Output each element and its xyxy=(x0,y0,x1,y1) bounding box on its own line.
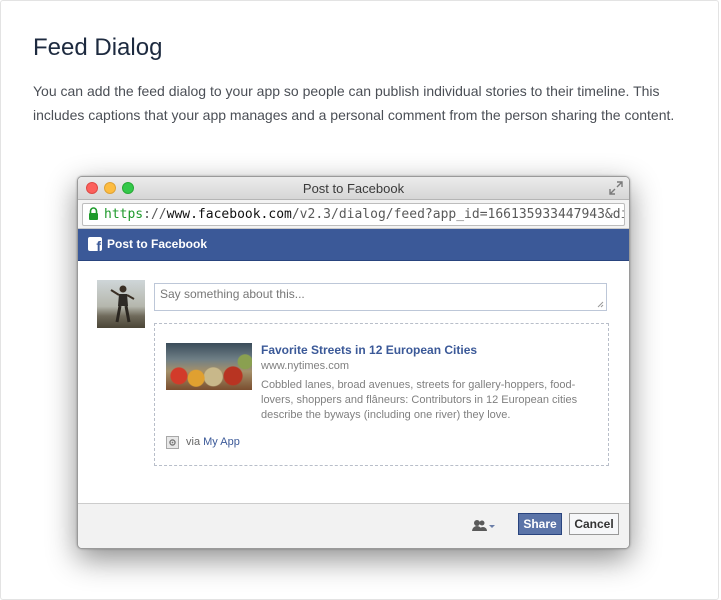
comment-input[interactable]: Say something about this... xyxy=(154,283,607,311)
preview-title[interactable]: Favorite Streets in 12 European Cities xyxy=(261,343,477,357)
avatar xyxy=(97,280,145,328)
url-field[interactable]: https://www.facebook.com/v2.3/dialog/fee… xyxy=(82,203,625,226)
dialog-screenshot-window: Post to Facebook https://www.facebook.co… xyxy=(77,176,630,549)
cancel-button[interactable]: Cancel xyxy=(569,513,619,535)
link-preview: Favorite Streets in 12 European Cities w… xyxy=(154,323,609,466)
preview-thumbnail[interactable] xyxy=(166,343,252,390)
dialog-header: f Post to Facebook xyxy=(78,229,629,261)
address-bar: https://www.facebook.com/v2.3/dialog/fee… xyxy=(78,200,629,229)
preview-description: Cobbled lanes, broad avenues, streets fo… xyxy=(261,379,578,421)
person-silhouette-icon xyxy=(110,285,135,323)
preview-domain: www.nytimes.com xyxy=(261,360,350,372)
window-title: Post to Facebook xyxy=(302,181,405,196)
lock-icon xyxy=(89,207,98,220)
fullscreen-icon[interactable] xyxy=(609,181,623,195)
page-title: Feed Dialog xyxy=(33,34,163,61)
via-attribution: via My App xyxy=(186,436,240,448)
dialog-footer: Share Cancel xyxy=(78,503,629,548)
url-path: /v2.3/dialog/feed?app_id=166135933447943… xyxy=(291,207,625,222)
app-name-link[interactable]: My App xyxy=(203,436,240,448)
dialog-header-title: Post to Facebook xyxy=(107,237,208,251)
url-domain: www.facebook.com xyxy=(166,207,292,222)
app-gear-icon xyxy=(166,436,179,449)
resize-grip-icon[interactable] xyxy=(597,301,604,308)
url-separator: :// xyxy=(143,207,167,222)
url-scheme: https xyxy=(104,207,144,222)
audience-selector-icon[interactable] xyxy=(471,518,497,534)
comment-placeholder: Say something about this... xyxy=(160,287,305,301)
facebook-logo-icon: f xyxy=(88,237,102,253)
share-button[interactable]: Share xyxy=(518,513,562,535)
url-text: https://www.facebook.com/v2.3/dialog/fee… xyxy=(104,204,625,225)
via-prefix: via xyxy=(186,436,201,448)
page-description: You can add the feed dialog to your app … xyxy=(33,83,675,123)
window-titlebar: Post to Facebook xyxy=(78,177,629,200)
